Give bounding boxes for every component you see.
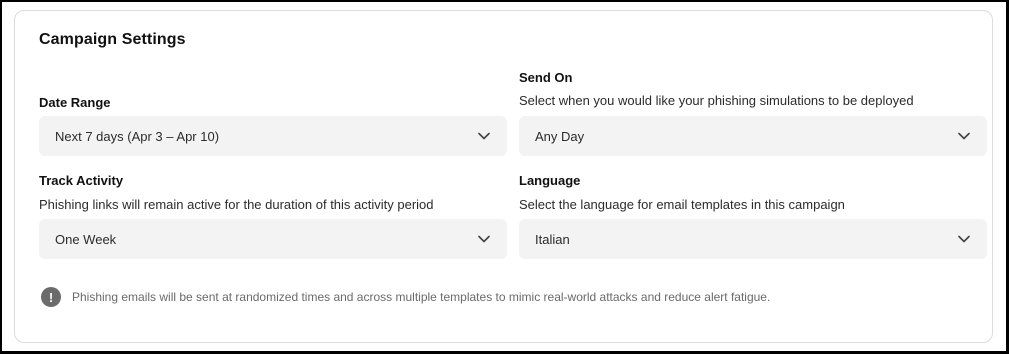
send-on-description: Select when you would like your phishing… — [519, 93, 914, 108]
date-range-label: Date Range — [39, 95, 111, 110]
track-activity-description: Phishing links will remain active for th… — [39, 197, 434, 212]
track-activity-value: One Week — [55, 231, 117, 247]
language-description: Select the language for email templates … — [519, 197, 845, 212]
chevron-down-icon — [477, 129, 491, 143]
campaign-settings-card: Campaign Settings Date Range Next 7 days… — [14, 10, 993, 343]
info-notice: ! Phishing emails will be sent at random… — [41, 287, 770, 307]
chevron-down-icon — [477, 232, 491, 246]
chevron-down-icon — [957, 232, 971, 246]
track-activity-select[interactable]: One Week — [39, 219, 507, 259]
chevron-down-icon — [957, 129, 971, 143]
notice-text: Phishing emails will be sent at randomiz… — [72, 290, 771, 304]
date-range-value: Next 7 days (Apr 3 – Apr 10) — [55, 128, 220, 144]
send-on-value: Any Day — [535, 128, 585, 144]
send-on-label: Send On — [519, 70, 573, 85]
send-on-select[interactable]: Any Day — [519, 116, 987, 156]
language-value: Italian — [535, 231, 570, 247]
language-label: Language — [519, 173, 581, 188]
exclamation-icon: ! — [41, 287, 61, 307]
date-range-select[interactable]: Next 7 days (Apr 3 – Apr 10) — [39, 116, 507, 156]
track-activity-label: Track Activity — [39, 173, 124, 188]
page-frame: Campaign Settings Date Range Next 7 days… — [2, 2, 1006, 351]
language-select[interactable]: Italian — [519, 219, 987, 259]
card-title: Campaign Settings — [39, 31, 186, 48]
